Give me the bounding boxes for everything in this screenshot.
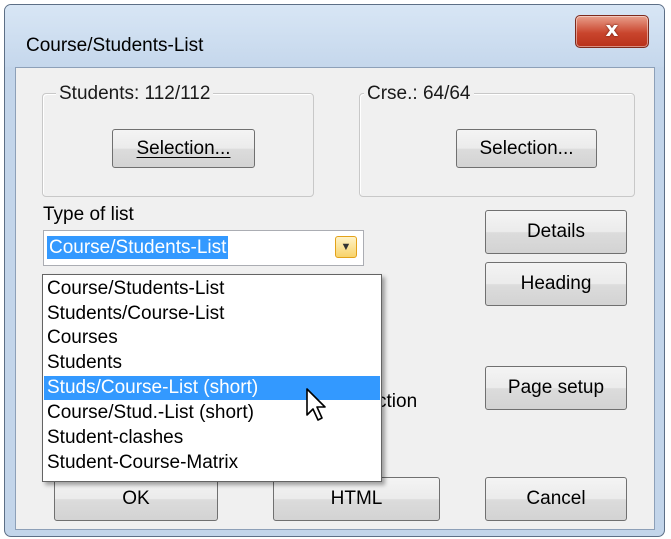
type-of-list-label: Type of list [43,204,134,225]
cancel-button[interactable]: Cancel [485,477,627,521]
mouse-pointer-icon [306,388,326,421]
selected-list-type: Course/Students-List [47,236,229,259]
list-type-dropdown[interactable]: Course/Students-List Students/Course-Lis… [42,274,382,482]
ok-label: OK [122,488,150,509]
dialog-body: Students: 112/112 Selection... Crse.: 64… [15,67,655,530]
html-label: HTML [330,488,383,509]
students-group: Students: 112/112 Selection... [42,83,314,197]
course-group: Crse.: 64/64 Selection... [359,83,635,197]
title-bar[interactable]: Course/Students-List x [5,5,664,67]
list-option-courses[interactable]: Courses [44,326,380,350]
page-setup-button[interactable]: Page setup [485,366,627,410]
list-option-student-clashes[interactable]: Student-clashes [44,426,380,450]
students-selection-label: Selection... [136,138,231,159]
details-button[interactable]: Details [485,210,627,254]
students-selection-button[interactable]: Selection... [112,129,255,168]
chevron-down-icon: ▼ [340,241,352,253]
html-button[interactable]: HTML [273,477,440,521]
list-option-students-course[interactable]: Students/Course-List [44,302,380,326]
window-title: Course/Students-List [26,35,204,56]
details-label: Details [526,221,586,242]
partial-option-text: ction [377,391,418,412]
list-option-students[interactable]: Students [44,351,380,375]
close-button[interactable]: x [575,15,649,48]
dropdown-button[interactable]: ▼ [335,236,357,258]
dialog-window: Course/Students-List x Students: 112/112… [4,4,665,537]
close-icon: x [605,17,619,41]
ok-button[interactable]: OK [54,477,218,521]
list-option-course-students[interactable]: Course/Students-List [44,277,380,301]
cancel-label: Cancel [526,488,586,509]
course-count-label: Crse.: 64/64 [364,83,474,105]
course-selection-button[interactable]: Selection... [456,129,597,168]
heading-label: Heading [520,273,592,294]
course-selection-label: Selection... [479,138,574,159]
list-option-student-course-matrix[interactable]: Student-Course-Matrix [44,451,380,475]
heading-button[interactable]: Heading [485,262,627,306]
students-count-label: Students: 112/112 [56,83,214,105]
page-setup-label: Page setup [507,377,605,398]
type-of-list-select[interactable]: Course/Students-List ▼ [43,230,364,266]
